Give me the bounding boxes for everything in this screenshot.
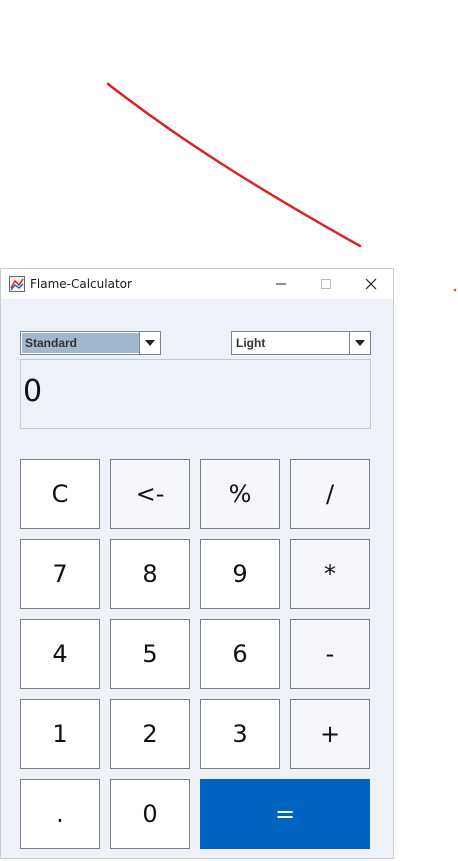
subtract-button[interactable]: - [290,619,370,689]
mode-dropdown-value: Standard [22,333,139,353]
digit-3-button[interactable]: 3 [200,699,280,769]
backspace-button[interactable]: <- [110,459,190,529]
close-button[interactable] [348,269,393,299]
maximize-button[interactable] [303,269,348,299]
digit-2-button[interactable]: 2 [110,699,190,769]
divide-button[interactable]: / [290,459,370,529]
minimize-button[interactable] [258,269,303,299]
multiply-button[interactable]: * [290,539,370,609]
theme-dropdown[interactable]: Light [231,331,371,355]
add-button[interactable]: + [290,699,370,769]
percent-button[interactable]: % [200,459,280,529]
minimize-icon [275,278,287,290]
titlebar: Flame-Calculator [1,269,393,299]
digit-1-button[interactable]: 1 [20,699,100,769]
chevron-down-icon[interactable] [139,332,160,354]
mode-dropdown[interactable]: Standard [20,331,161,355]
theme-dropdown-value: Light [236,336,266,350]
digit-5-button[interactable]: 5 [110,619,190,689]
window-title: Flame-Calculator [30,277,132,291]
digit-8-button[interactable]: 8 [110,539,190,609]
digit-9-button[interactable]: 9 [200,539,280,609]
calculator-window: Flame-Calculator Standard Light 0 C <- %… [0,268,394,859]
display-value: 0 [23,374,43,409]
chevron-down-icon[interactable] [349,332,370,354]
result-display: 0 [20,359,371,429]
digit-7-button[interactable]: 7 [20,539,100,609]
clear-button[interactable]: C [20,459,100,529]
digit-4-button[interactable]: 4 [20,619,100,689]
digit-6-button[interactable]: 6 [200,619,280,689]
calculator-app-icon [9,276,25,292]
close-icon [365,278,377,290]
equals-button[interactable]: = [200,779,370,849]
digit-0-button[interactable]: 0 [110,779,190,849]
maximize-icon [320,278,332,290]
decimal-button[interactable]: . [20,779,100,849]
